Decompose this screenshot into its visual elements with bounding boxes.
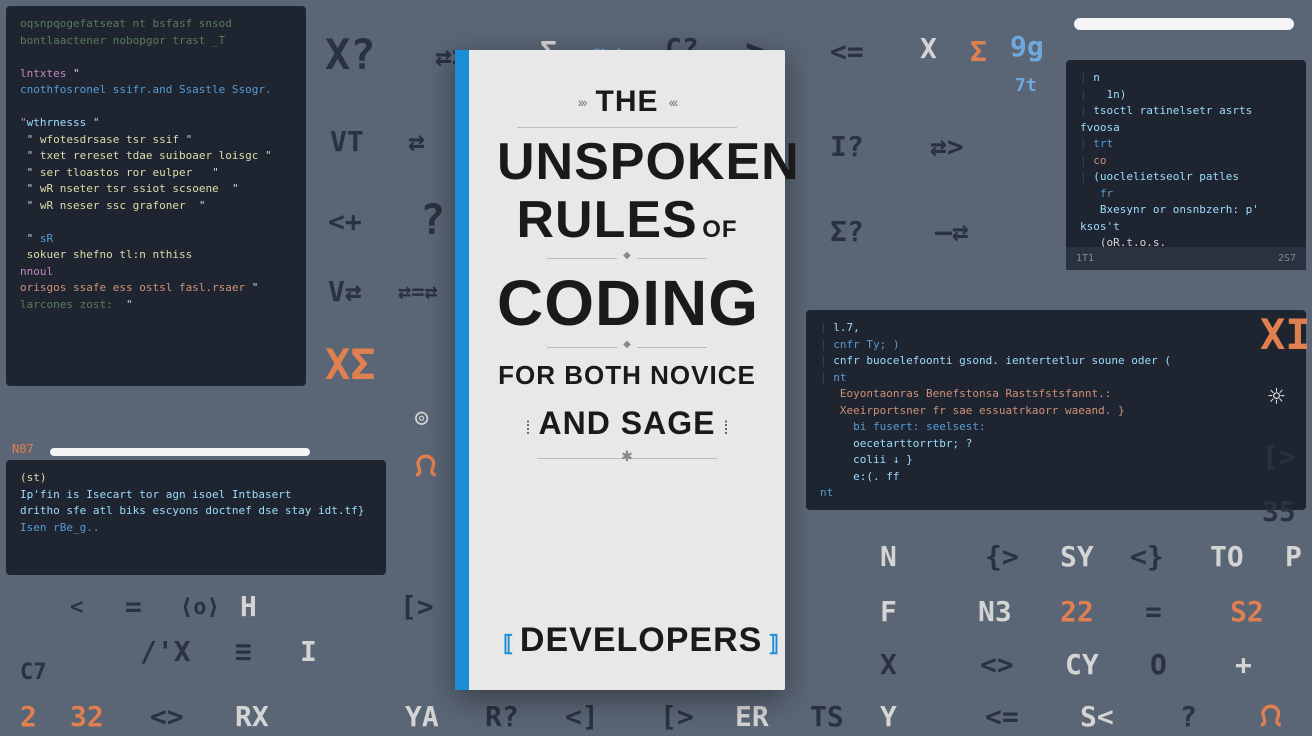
panel-2-label: N07 (12, 442, 34, 456)
glyph: ? (1180, 700, 1197, 733)
glyph: VT (330, 125, 364, 158)
glyph: H (240, 590, 257, 623)
glyph: RX (235, 700, 269, 733)
glyph: TO (1210, 540, 1244, 573)
panel-2-bar (50, 448, 310, 456)
glyph: 9g (1010, 30, 1044, 63)
glyph: O (1150, 648, 1167, 681)
glyph: XΣ (325, 340, 376, 389)
glyph: <> (980, 648, 1014, 681)
glyph: Σ (970, 35, 987, 68)
code-panel-bottom-left: (st) Ip'fin is Isecart tor agn isoel Int… (6, 460, 386, 575)
glyph: I (300, 635, 317, 668)
glyph: <] (565, 700, 599, 733)
glyph: N (880, 540, 897, 573)
glyph: I? (830, 130, 864, 163)
glyph: P (1285, 540, 1302, 573)
code-panel-top-left: oqsnpqogefatseat nt bsfasf snsod bontlaa… (6, 6, 306, 386)
glyph: 7t (1015, 75, 1037, 96)
glyph: <} (1130, 540, 1164, 573)
glyph: 22 (1060, 595, 1094, 628)
glyph: ᙁ (1260, 700, 1282, 734)
glyph: N3 (978, 595, 1012, 628)
glyph: /'X (140, 635, 191, 668)
glyph: CY (1065, 648, 1099, 681)
glyph: X (920, 32, 937, 65)
search-bar (1074, 18, 1294, 30)
glyph: ☼ (1268, 380, 1285, 413)
title-of: OF (702, 216, 737, 243)
title-the: THE (596, 85, 659, 119)
glyph: [> (660, 700, 694, 733)
glyph: S2 (1230, 595, 1264, 628)
glyph: [> (400, 590, 434, 623)
glyph: 35 (1262, 495, 1296, 528)
glyph: Σ? (830, 215, 864, 248)
title-coding: CODING (497, 271, 757, 335)
glyph: ? (420, 195, 445, 244)
book-cover: ››› THE ‹‹‹ UNSPOKEN RULES OF ◆ CODING ◆… (455, 50, 785, 690)
glyph: ≡ (235, 635, 252, 668)
glyph: X (880, 648, 897, 681)
glyph: XI (1260, 310, 1311, 359)
glyph: YA (405, 700, 439, 733)
glyph: R? (485, 700, 519, 733)
glyph: ER (735, 700, 769, 733)
glyph: TS (810, 700, 844, 733)
glyph: <= (830, 35, 864, 68)
arrow-left-deco: ‹‹‹ (669, 94, 677, 110)
glyph: ◎ (415, 405, 428, 430)
code-panel-mid-right: | l.7, | cnfr Ty; ) | cnfr buocelefoonti… (806, 310, 1306, 510)
title-unspoken: UNSPOKEN (497, 136, 757, 188)
title-forboth: FOR BOTH NOVICE (497, 360, 757, 391)
glyph: [> (1262, 440, 1296, 473)
glyph: < (70, 595, 83, 620)
glyph: Y (880, 700, 897, 733)
glyph: + (1235, 648, 1252, 681)
book-spine (455, 50, 469, 690)
glyph: ⇄=⇄ (398, 280, 438, 305)
arrow-right-deco: ››› (578, 94, 586, 110)
glyph: V⇄ (328, 275, 362, 308)
glyph: = (125, 590, 142, 623)
glyph: SY (1060, 540, 1094, 573)
glyph: F (880, 595, 897, 628)
code-panel-top-right: | n | 1n) | tsoctl ratinelsetr asrts fvo… (1066, 60, 1306, 270)
glyph: = (1145, 595, 1162, 628)
glyph: ⇄ (408, 125, 425, 158)
glyph: <= (985, 700, 1019, 733)
glyph: C7 (20, 660, 47, 685)
glyph: ⇄> (930, 130, 964, 163)
glyph: <+ (328, 205, 362, 238)
glyph: <> (150, 700, 184, 733)
glyph: ⟨o⟩ (180, 595, 220, 620)
glyph: X? (325, 30, 376, 79)
glyph: 2 (20, 700, 37, 733)
glyph: 32 (70, 700, 104, 733)
glyph: {> (985, 540, 1019, 573)
glyph: ᙁ (415, 450, 437, 484)
title-rules: RULES (516, 191, 697, 249)
title-developers: DEVELOPERS (520, 621, 762, 659)
title-and: AND SAGE (539, 405, 716, 441)
glyph: S< (1080, 700, 1114, 733)
glyph: —⇄ (935, 215, 969, 248)
